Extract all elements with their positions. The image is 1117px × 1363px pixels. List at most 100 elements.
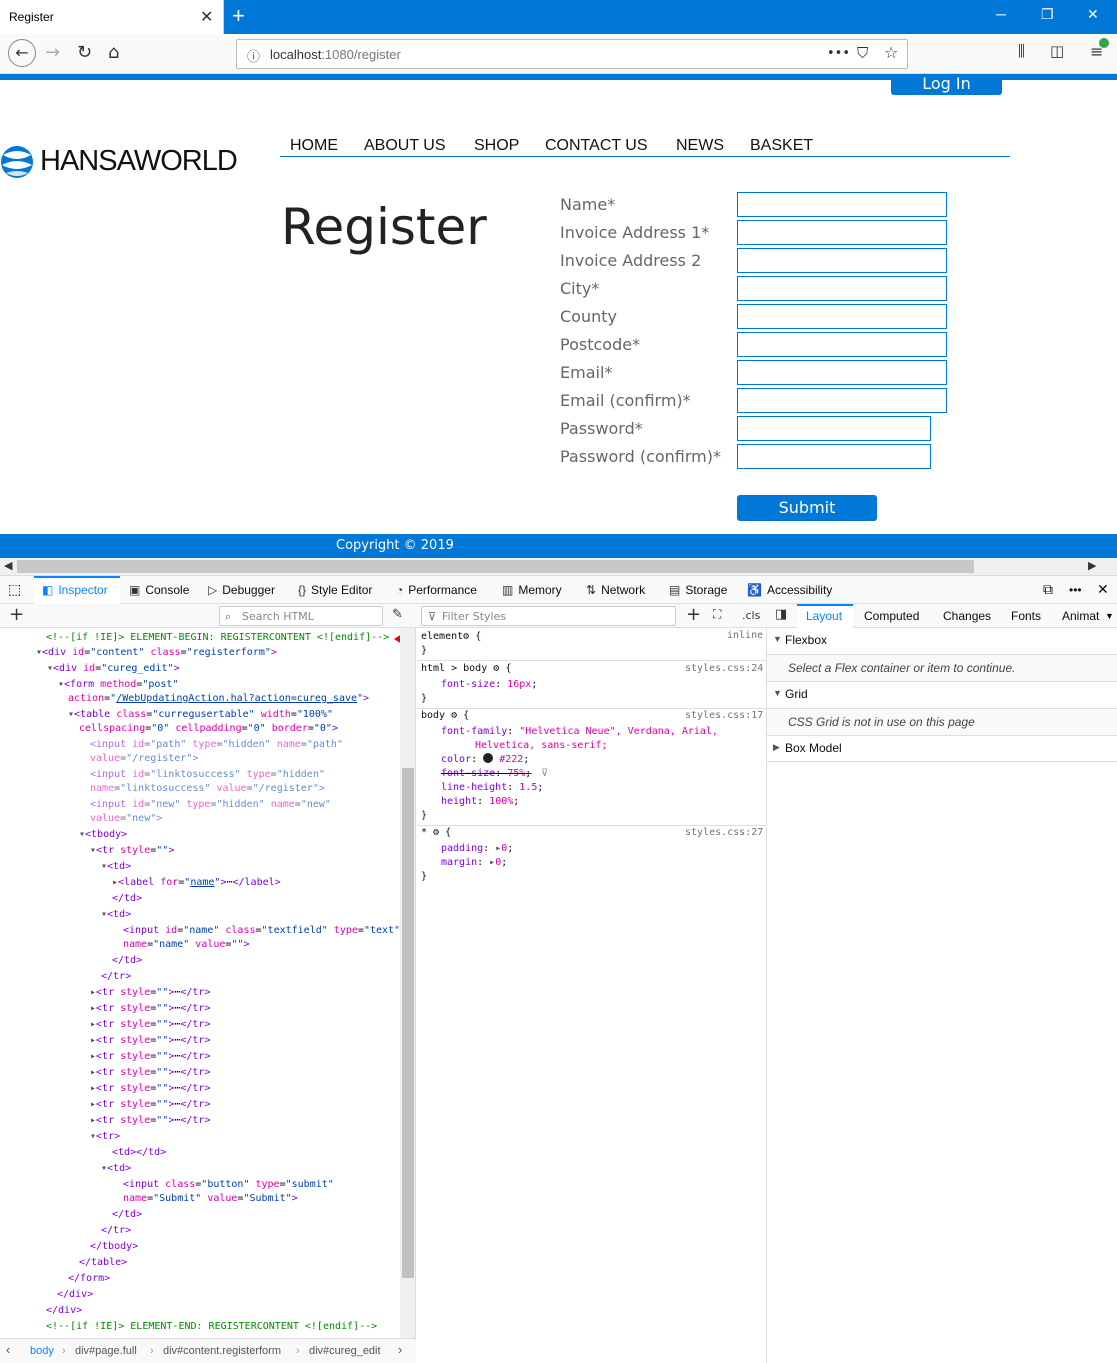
color-swatch[interactable]	[483, 753, 494, 763]
close-devtools-icon[interactable]: ✕	[1097, 581, 1109, 598]
decl-font-size-overridden[interactable]: font-size: 75%;	[441, 767, 531, 781]
decl-color[interactable]: color: #222;	[441, 753, 529, 767]
pocket-icon[interactable]: ⛉	[857, 44, 868, 62]
markup-line[interactable]: ▸<tr style="">⋯</tr>	[90, 1114, 210, 1128]
tab-fonts[interactable]: Fonts	[1011, 609, 1041, 623]
page-actions-icon[interactable]: •••	[827, 46, 850, 61]
restore-icon[interactable]: ❐	[1041, 6, 1054, 23]
markup-line[interactable]: <input class="button" type="submit"	[123, 1178, 334, 1192]
markup-line[interactable]: ▾<form method="post"	[58, 678, 178, 692]
rule-source-link[interactable]: styles.css:17	[685, 709, 763, 723]
scrollbar-thumb[interactable]	[17, 560, 974, 573]
close-window-icon[interactable]: ✕	[1087, 6, 1099, 23]
markup-line[interactable]: </td>	[112, 892, 142, 906]
name-input[interactable]	[737, 192, 947, 217]
markup-scrollbar[interactable]	[400, 628, 415, 1338]
rule-source-link[interactable]: styles.css:24	[685, 662, 763, 676]
box-model-section[interactable]: ▶ Box Model	[767, 736, 1117, 762]
markup-line[interactable]: <input id="name" class="textfield" type=…	[123, 924, 400, 938]
markup-line[interactable]: value="new">	[90, 812, 162, 826]
nav-contact-us[interactable]: CONTACT US	[545, 137, 648, 155]
eyedropper-icon[interactable]: ✎	[392, 607, 403, 622]
home-icon[interactable]: ⌂	[108, 42, 119, 63]
nav-basket[interactable]: BASKET	[750, 137, 813, 155]
element-picker-icon[interactable]: ⬚	[8, 581, 21, 598]
toggle-sidebar-icon[interactable]: ◨	[775, 607, 787, 622]
markup-line[interactable]: </tbody>	[90, 1240, 138, 1254]
filter-styles-input[interactable]: ⊽ Filter Styles	[421, 606, 676, 626]
markup-line[interactable]: <td></td>	[112, 1146, 166, 1160]
decl-padding[interactable]: padding: ▸0;	[441, 842, 513, 856]
markup-line[interactable]: ▸<tr style="">⋯</tr>	[90, 986, 210, 1000]
markup-line[interactable]: ▾<tbody>	[79, 828, 127, 842]
markup-line[interactable]: ▸<tr style="">⋯</tr>	[90, 1050, 210, 1064]
cls-toggle[interactable]: .cls	[742, 609, 760, 622]
county-input[interactable]	[737, 304, 947, 329]
breadcrumb-item[interactable]: div#page.full	[75, 1345, 137, 1357]
grid-section[interactable]: ▼ Grid	[767, 682, 1117, 709]
markup-line[interactable]: name="Submit" value="Submit">	[123, 1192, 298, 1206]
markup-line[interactable]: <input id="linktosuccess" type="hidden"	[90, 768, 325, 782]
decl-font-family[interactable]: font-family: "Helvetica Neue", Verdana, …	[441, 725, 718, 739]
collapse-triangle-icon[interactable]: ▼	[773, 634, 782, 644]
hansaworld-logo[interactable]: HANSAWORLD	[0, 143, 238, 184]
more-tabs-icon[interactable]: ▼	[1105, 611, 1114, 621]
markup-line[interactable]: name="name" value="">	[123, 938, 250, 952]
markup-line[interactable]: ▸<tr style="">⋯</tr>	[90, 1002, 210, 1016]
invoice-address-1-input[interactable]	[737, 220, 947, 245]
city-input[interactable]	[737, 276, 947, 301]
breadcrumb-item[interactable]: div#content.registerform	[163, 1345, 281, 1357]
close-tab-icon[interactable]: ✕	[200, 7, 213, 26]
tab-inspector[interactable]: ◧ Inspector	[42, 583, 108, 597]
tab-storage[interactable]: ▤ Storage	[669, 583, 727, 597]
nav-home[interactable]: HOME	[290, 137, 338, 155]
markup-line[interactable]: ▾<td>	[101, 908, 131, 922]
new-tab-icon[interactable]: +	[232, 3, 245, 29]
markup-line[interactable]: <!--[if !IE]> ELEMENT-BEGIN: REGISTERCON…	[46, 631, 389, 645]
login-button[interactable]: Log In	[891, 74, 1002, 95]
browser-tab[interactable]: Register ✕	[0, 0, 224, 34]
scroll-right-icon[interactable]: ▶	[1088, 559, 1096, 572]
decl-height[interactable]: height: 100%;	[441, 795, 519, 809]
breadcrumb-item[interactable]: div#cureg_edit	[309, 1345, 381, 1357]
markup-line[interactable]: </table>	[79, 1256, 127, 1270]
add-node-icon[interactable]: +	[9, 604, 24, 625]
markup-line[interactable]: ▸<tr style="">⋯</tr>	[90, 1066, 210, 1080]
markup-line[interactable]: <input id="new" type="hidden" name="new"	[90, 798, 331, 812]
markup-line[interactable]: </td>	[112, 954, 142, 968]
toggle-pseudo-class-icon[interactable]: ⛶	[713, 607, 721, 622]
password-input[interactable]	[737, 416, 931, 441]
search-html-input[interactable]: ⌕ Search HTML	[219, 606, 383, 626]
nav-about-us[interactable]: ABOUT US	[364, 137, 446, 155]
postcode-input[interactable]	[737, 332, 947, 357]
markup-line[interactable]: action="/WebUpdatingAction.hal?action=cu…	[68, 692, 369, 706]
tab-console[interactable]: ▣ Console	[129, 583, 189, 597]
tab-computed[interactable]: Computed	[864, 609, 919, 623]
collapse-triangle-icon[interactable]: ▼	[773, 688, 782, 698]
markup-line[interactable]: ▸<tr style="">⋯</tr>	[90, 1082, 210, 1096]
sidebar-icon[interactable]: ◫	[1050, 42, 1064, 60]
url-bar[interactable]: ⓘ localhost:1080/register ••• ⛉ ☆	[236, 39, 908, 69]
markup-line[interactable]: name="linktosuccess" value="/register">	[90, 782, 325, 796]
info-icon[interactable]: ⓘ	[247, 46, 260, 65]
markup-line[interactable]: ▾<td>	[101, 1162, 131, 1176]
markup-scrollbar-thumb[interactable]	[402, 768, 414, 1278]
filter-icon[interactable]: ⊽	[541, 767, 548, 781]
breadcrumb-prev-icon[interactable]: ‹	[6, 1342, 10, 1357]
tab-debugger[interactable]: ▷ Debugger	[208, 583, 275, 597]
markup-line[interactable]: </div>	[57, 1288, 93, 1302]
options-icon[interactable]: •••	[1069, 583, 1082, 597]
nav-shop[interactable]: SHOP	[474, 137, 519, 155]
forward-icon[interactable]: →	[45, 42, 60, 63]
tab-accessibility[interactable]: ♿ Accessibility	[747, 583, 832, 597]
markup-view[interactable]: <!--[if !IE]> ELEMENT-BEGIN: REGISTERCON…	[0, 628, 416, 1338]
rule-inline-source[interactable]: inline	[727, 629, 763, 643]
decl-margin[interactable]: margin: ▸0;	[441, 856, 507, 870]
markup-line[interactable]: ▸<tr style="">⋯</tr>	[90, 1018, 210, 1032]
add-rule-icon[interactable]: +	[686, 604, 701, 625]
markup-line[interactable]: </tr>	[101, 1224, 131, 1238]
minimize-icon[interactable]: ─	[996, 6, 1006, 22]
markup-line[interactable]: ▾<td>	[101, 860, 131, 874]
reload-icon[interactable]: ↻	[77, 42, 92, 63]
tab-layout[interactable]: Layout	[806, 609, 842, 623]
